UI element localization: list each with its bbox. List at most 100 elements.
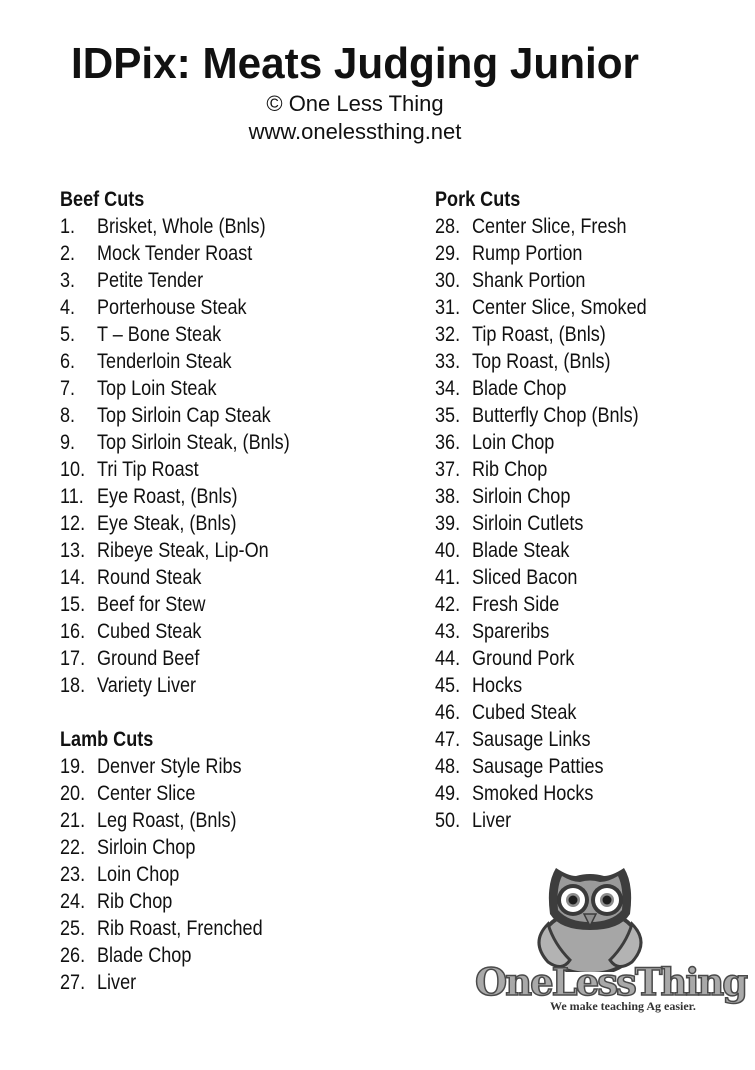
list-item: 42. Fresh Side [435,591,675,618]
item-name: Tenderloin Steak [97,350,232,373]
item-number: 22. [60,836,86,859]
item-name: Ground Pork [472,647,575,670]
item-number: 9. [60,431,76,454]
item-number: 17. [60,647,86,670]
list-item: 41. Sliced Bacon [435,564,675,591]
item-number: 11. [60,485,84,508]
list-item: 17. Ground Beef [60,645,321,672]
list-item: 46. Cubed Steak [435,699,675,726]
item-name: Center Slice, Fresh [472,215,627,238]
item-name: Round Steak [97,566,202,589]
item-name: Porterhouse Steak [97,296,247,319]
item-name: Cubed Steak [97,620,202,643]
left-column: Beef Cuts 1. Brisket, Whole (Bnls) 2. Mock … [60,186,321,996]
list-item: 23. Loin Chop [60,861,321,888]
item-number: 33. [435,350,461,373]
pork-section: Pork Cuts 28. Center Slice, Fresh 29. Rump … [435,186,675,834]
item-number: 31. [435,296,461,319]
list-item: 48. Sausage Patties [435,753,675,780]
list-item: 19. Denver Style Ribs [60,753,321,780]
list-item: 25. Rib Roast, Frenched [60,915,321,942]
list-item: 9. Top Sirloin Steak, (Bnls) [60,429,321,456]
list-item: 16. Cubed Steak [60,618,321,645]
item-number: 27. [60,971,86,994]
list-item: 22. Sirloin Chop [60,834,321,861]
item-name: Sliced Bacon [472,566,578,589]
item-number: 36. [435,431,461,454]
item-number: 39. [435,512,461,535]
item-number: 13. [60,539,86,562]
item-number: 6. [60,350,76,373]
item-name: Loin Chop [97,863,180,886]
item-name: Sausage Links [472,728,591,751]
beef-section: Beef Cuts 1. Brisket, Whole (Bnls) 2. Mock … [60,186,321,699]
list-item: 35. Butterfly Chop (Bnls) [435,402,675,429]
item-number: 50. [435,809,461,832]
item-number: 43. [435,620,461,643]
item-name: Eye Roast, (Bnls) [97,485,238,508]
item-name: Eye Steak, (Bnls) [97,512,237,535]
list-item: 14. Round Steak [60,564,321,591]
item-name: Loin Chop [472,431,555,454]
list-item: 3. Petite Tender [60,267,321,294]
copyright-text: © One Less Thing [266,91,444,116]
item-name: Rib Chop [97,890,173,913]
item-name: Mock Tender Roast [97,242,253,265]
item-name: Liver [97,971,137,994]
item-name: Rib Roast, Frenched [97,917,263,940]
list-item: 31. Center Slice, Smoked [435,294,675,321]
list-item: 36. Loin Chop [435,429,675,456]
list-item: 45. Hocks [435,672,675,699]
right-column: Pork Cuts 28. Center Slice, Fresh 29. Rump … [435,186,675,834]
list-item: 50. Liver [435,807,675,834]
list-item: 34. Blade Chop [435,375,675,402]
list-item: 1. Brisket, Whole (Bnls) [60,213,321,240]
list-item: 11. Eye Roast, (Bnls) [60,483,321,510]
list-item: 28. Center Slice, Fresh [435,213,675,240]
item-number: 34. [435,377,461,400]
list-item: 21. Leg Roast, (Bnls) [60,807,321,834]
item-number: 8. [60,404,76,427]
item-number: 48. [435,755,461,778]
list-item: 37. Rib Chop [435,456,675,483]
list-item: 49. Smoked Hocks [435,780,675,807]
list-item: 44. Ground Pork [435,645,675,672]
item-name: Spareribs [472,620,550,643]
item-name: Tri Tip Roast [97,458,199,481]
section-title: Pork Cuts [435,188,521,211]
item-name: Center Slice, Smoked [472,296,647,319]
item-number: 5. [60,323,76,346]
item-name: Petite Tender [97,269,204,292]
list-item: 15. Beef for Stew [60,591,321,618]
logo-wordmark: OneLessThing [474,960,749,1004]
item-name: Butterfly Chop (Bnls) [472,404,639,427]
section-title: Lamb Cuts [60,728,154,751]
item-name: Smoked Hocks [472,782,594,805]
one-less-thing-logo: OneLessThing We make teaching Ag easier. [470,862,749,1022]
item-name: Blade Steak [472,539,570,562]
item-name: Sirloin Chop [472,485,571,508]
item-number: 3. [60,269,76,292]
item-number: 44. [435,647,461,670]
item-number: 18. [60,674,86,697]
item-number: 14. [60,566,86,589]
item-name: Sirloin Chop [97,836,196,859]
item-number: 46. [435,701,461,724]
item-name: Sirloin Cutlets [472,512,584,535]
item-number: 26. [60,944,86,967]
item-number: 23. [60,863,86,886]
item-number: 25. [60,917,86,940]
list-item: 47. Sausage Links [435,726,675,753]
item-name: Sausage Patties [472,755,604,778]
item-name: Hocks [472,674,523,697]
list-item: 43. Spareribs [435,618,675,645]
owl-icon [537,868,643,972]
section-title: Beef Cuts [60,188,145,211]
item-name: Top Loin Steak [97,377,217,400]
item-name: Tip Roast, (Bnls) [472,323,606,346]
list-item: 18. Variety Liver [60,672,321,699]
item-name: Ground Beef [97,647,200,670]
website-link[interactable]: www.onelessthing.net [0,118,710,146]
item-number: 32. [435,323,461,346]
item-number: 45. [435,674,461,697]
